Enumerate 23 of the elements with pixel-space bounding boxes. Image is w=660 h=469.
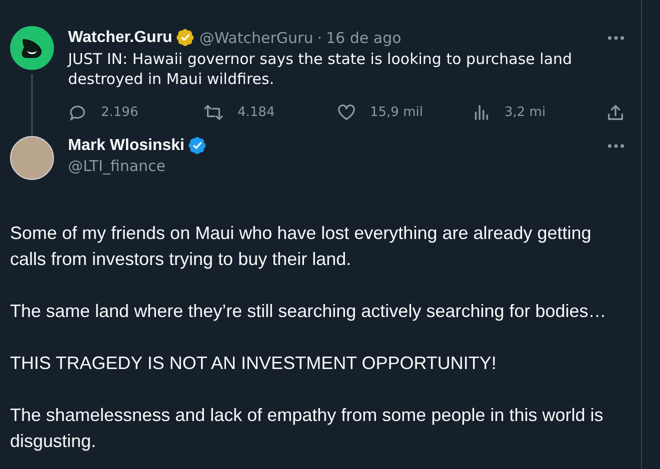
action-count: 4.184 <box>238 105 275 120</box>
retweet-icon[interactable] <box>202 103 224 122</box>
author-handle[interactable]: @WatcherGuru <box>199 28 314 46</box>
more-options-icon[interactable] <box>607 34 625 40</box>
more-options-icon[interactable] <box>607 142 625 148</box>
post-date[interactable]: 16 de ago <box>326 28 402 46</box>
author-name[interactable]: Watcher.Guru <box>68 28 172 46</box>
share-icon[interactable] <box>606 103 625 122</box>
tweet-paragraph: The shamelessness and lack of empathy from some people in this world is disgusting. <box>10 404 604 453</box>
tweet-paragraph: The same land where they’re still searching actively searching for bodies… <box>10 300 608 323</box>
tweet-paragraph: Some of my friends on Maui who have lost everything are already getting calls from investors trying to buy their land. <box>10 222 592 271</box>
action-count: 2.196 <box>101 105 138 120</box>
avatar-photo-placeholder[interactable] <box>10 136 54 180</box>
orca-avatar[interactable] <box>10 26 54 70</box>
tweet-paragraph: THIS TRAGEDY IS NOT AN INVESTMENT OPPORTUNITY! <box>10 352 498 375</box>
action-count: 3,2 mi <box>504 105 546 120</box>
author-name[interactable]: Mark Wlosinski <box>68 136 184 154</box>
reply-icon[interactable] <box>68 103 87 122</box>
tweet-text: JUST IN: Hawaii governor says the state is looking to purchase land destroyed in Maui wildfires. <box>68 49 574 89</box>
heart-icon[interactable] <box>337 103 356 122</box>
action-count: 15,9 mil <box>370 105 423 120</box>
author-handle[interactable]: @LTI_finance <box>68 157 625 175</box>
separator-dot: · <box>317 28 322 46</box>
